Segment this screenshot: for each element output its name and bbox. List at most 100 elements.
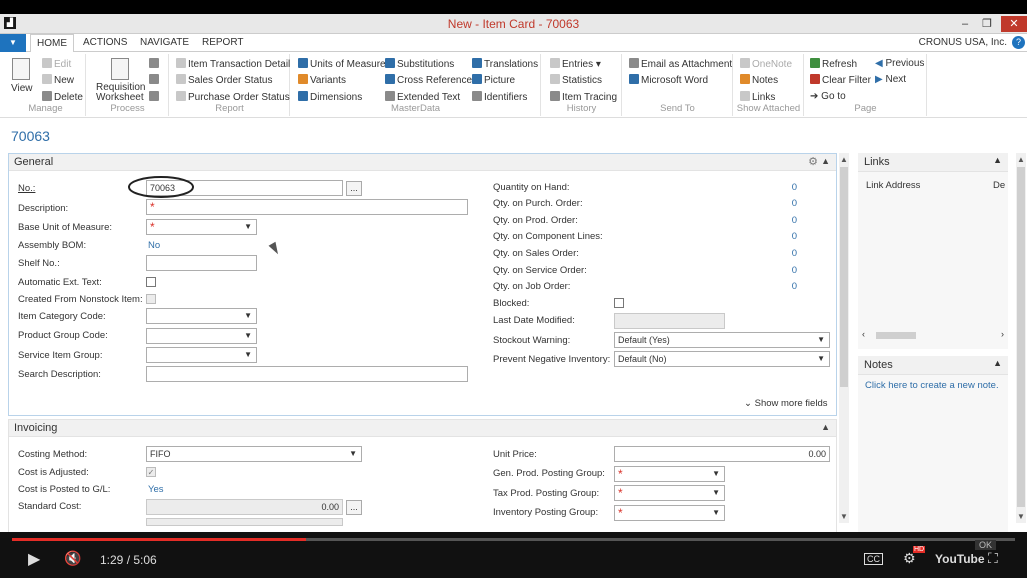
variants-button[interactable]: Variants	[298, 74, 346, 86]
delete-button[interactable]: Delete	[42, 91, 83, 103]
costing-method-dropdown[interactable]: FIFO ▼	[146, 446, 362, 462]
microsoft-word-button[interactable]: Microsoft Word	[629, 74, 708, 86]
application-menu-button[interactable]: ▼	[0, 34, 26, 52]
play-icon[interactable]: ▶	[28, 549, 40, 569]
requisition-worksheet-button[interactable]: Requisition Worksheet	[96, 83, 146, 103]
shelf-no-field[interactable]	[146, 255, 257, 271]
settings-gear-icon[interactable]: ⚙	[808, 155, 818, 168]
links-button[interactable]: Links	[740, 91, 775, 103]
base-uom-dropdown[interactable]: * ▼	[146, 219, 257, 235]
gen-prod-dropdown[interactable]: * ▼	[614, 466, 725, 482]
entries-button[interactable]: Entries ▾	[550, 58, 601, 70]
tab-home[interactable]: HOME	[30, 34, 74, 53]
no-assist-button[interactable]: ...	[346, 181, 362, 196]
qty-comp-value[interactable]: 0	[777, 231, 797, 242]
prevent-neg-dropdown[interactable]: Default (No) ▼	[614, 351, 830, 367]
link-address-column-header[interactable]: Link Address	[866, 180, 920, 191]
collapse-icon[interactable]: ▲	[821, 156, 830, 166]
tax-prod-dropdown[interactable]: * ▼	[614, 485, 725, 501]
qty-purch-value[interactable]: 0	[777, 198, 797, 209]
view-button[interactable]: View	[11, 83, 33, 94]
new-button[interactable]: New	[42, 74, 74, 86]
mute-icon[interactable]: 🔇	[64, 550, 81, 567]
onenote-button[interactable]: OneNote	[740, 58, 792, 70]
scroll-thumb[interactable]	[1017, 167, 1025, 507]
extended-text-button[interactable]: Extended Text	[385, 91, 460, 103]
collapse-icon[interactable]: ▲	[993, 155, 1002, 165]
process-action-1-button[interactable]	[149, 58, 161, 70]
tab-navigate[interactable]: NAVIGATE	[140, 37, 189, 48]
help-icon[interactable]: ?	[1012, 36, 1025, 49]
product-group-dropdown[interactable]: ▼	[146, 328, 257, 344]
cost-posted-value[interactable]: Yes	[148, 484, 164, 495]
scroll-left-icon[interactable]: ‹	[862, 329, 865, 339]
previous-button[interactable]: ◀ Previous	[875, 58, 924, 69]
assembly-bom-value[interactable]: No	[148, 240, 160, 251]
clear-filter-button[interactable]: Clear Filter	[810, 74, 871, 86]
general-fasttab-header[interactable]: General ⚙ ▲	[9, 154, 836, 171]
qty-job-value[interactable]: 0	[777, 281, 797, 292]
fullscreen-icon[interactable]: ⛶	[988, 550, 998, 567]
collapse-icon[interactable]: ▲	[821, 422, 830, 432]
purchase-order-status-button[interactable]: Purchase Order Status	[176, 91, 290, 103]
substitutions-button[interactable]: Substitutions	[385, 58, 454, 70]
edit-button[interactable]: Edit	[42, 58, 71, 70]
collapse-icon[interactable]: ▲	[993, 358, 1002, 368]
invoicing-fasttab-header[interactable]: Invoicing ▲	[9, 420, 836, 437]
next-button[interactable]: ▶ Next	[875, 74, 906, 85]
qty-prod-value[interactable]: 0	[777, 215, 797, 226]
dimensions-button[interactable]: Dimensions	[298, 91, 362, 103]
scroll-down-icon[interactable]: ▼	[840, 512, 848, 521]
tab-report[interactable]: REPORT	[202, 37, 244, 48]
inv-posting-dropdown[interactable]: * ▼	[614, 505, 725, 521]
blocked-checkbox[interactable]	[614, 298, 624, 308]
cross-references-button[interactable]: Cross References	[385, 74, 477, 86]
notes-button[interactable]: Notes	[740, 74, 778, 86]
go-to-button[interactable]: ➔ Go to	[810, 91, 846, 102]
identifiers-button[interactable]: Identifiers	[472, 91, 527, 103]
email-as-attachment-button[interactable]: Email as Attachment	[629, 58, 732, 70]
scroll-thumb[interactable]	[840, 167, 848, 387]
ok-button[interactable]: OK	[975, 540, 997, 550]
factbox-scrollbar[interactable]: ▲ ▼	[1016, 153, 1026, 523]
minimize-button[interactable]: –	[955, 16, 975, 32]
company-name[interactable]: CRONUS USA, Inc.	[919, 37, 1007, 48]
links-description-column-header[interactable]: De	[993, 180, 1005, 191]
h-scroll-thumb[interactable]	[876, 332, 916, 339]
content-scrollbar[interactable]: ▲ ▼	[839, 153, 849, 523]
refresh-button[interactable]: Refresh	[810, 58, 857, 70]
sales-order-status-button[interactable]: Sales Order Status	[176, 74, 272, 86]
qty-on-hand-value[interactable]: 0	[777, 182, 797, 193]
video-progress-bar[interactable]	[12, 538, 1015, 541]
item-tracing-button[interactable]: Item Tracing	[550, 91, 617, 103]
search-description-field[interactable]	[146, 366, 468, 382]
process-action-3-button[interactable]	[149, 91, 161, 103]
translations-button[interactable]: Translations	[472, 58, 538, 70]
description-field[interactable]: *	[146, 199, 468, 215]
notes-factbox-header[interactable]: Notes ▲	[858, 356, 1008, 374]
links-factbox-header[interactable]: Links ▲	[858, 153, 1008, 171]
units-of-measure-button[interactable]: Units of Measure	[298, 58, 386, 70]
service-item-group-dropdown[interactable]: ▼	[146, 347, 257, 363]
restore-button[interactable]: ❐	[977, 16, 997, 32]
youtube-logo[interactable]: YouTube	[935, 552, 985, 566]
captions-icon[interactable]: CC	[864, 553, 883, 565]
item-category-dropdown[interactable]: ▼	[146, 308, 257, 324]
scroll-down-icon[interactable]: ▼	[1017, 512, 1025, 521]
scroll-up-icon[interactable]: ▲	[1017, 155, 1025, 164]
standard-cost-assist-button[interactable]: ...	[346, 500, 362, 515]
links-horizontal-scrollbar[interactable]: ‹ ›	[862, 329, 1004, 341]
tab-actions[interactable]: ACTIONS	[83, 37, 127, 48]
unit-price-field[interactable]: 0.00	[614, 446, 830, 462]
auto-ext-text-checkbox[interactable]	[146, 277, 156, 287]
process-action-2-button[interactable]	[149, 74, 161, 86]
scroll-right-icon[interactable]: ›	[1001, 329, 1004, 339]
scroll-up-icon[interactable]: ▲	[840, 155, 848, 164]
stockout-dropdown[interactable]: Default (Yes) ▼	[614, 332, 830, 348]
picture-button[interactable]: Picture	[472, 74, 515, 86]
qty-sales-value[interactable]: 0	[777, 248, 797, 259]
statistics-button[interactable]: Statistics	[550, 74, 602, 86]
create-note-link[interactable]: Click here to create a new note.	[865, 380, 999, 391]
qty-service-value[interactable]: 0	[777, 265, 797, 276]
show-more-fields-link[interactable]: ⌄ Show more fields	[744, 398, 827, 409]
